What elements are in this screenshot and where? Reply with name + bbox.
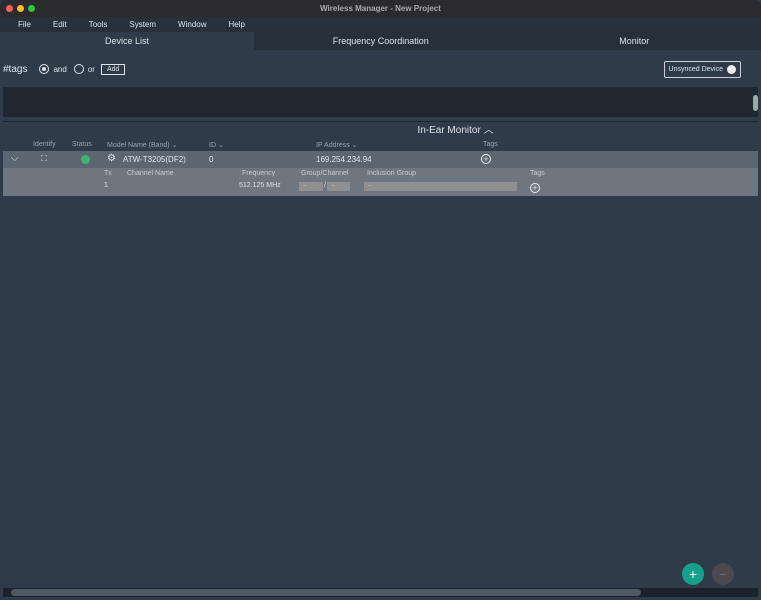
identify-icon[interactable]: ⛶ (41, 154, 47, 164)
channel-row[interactable]: 1 512.125 MHz -- / -- -- + (3, 180, 758, 196)
unsynced-device-button[interactable]: Unsynced Device (663, 61, 741, 78)
channel-headers: Tx Channel Name Frequency Group/Channel … (3, 168, 758, 180)
col-tags[interactable]: Tags (483, 141, 498, 148)
menu-bar: File Edit Tools System Window Help (0, 17, 761, 32)
col-id[interactable]: ID ⌄ (209, 141, 224, 149)
menu-window[interactable]: Window (178, 20, 206, 29)
col-channel-name: Channel Name (127, 170, 174, 177)
tags-filter: #tags and or Add (3, 60, 761, 78)
window-title: Wireless Manager - New Project (320, 4, 441, 13)
col-frequency: Frequency (242, 170, 276, 177)
menu-file[interactable]: File (18, 20, 31, 29)
device-ip: 169.254.234.94 (316, 155, 372, 164)
col-identify[interactable]: Identify (33, 141, 56, 148)
and-radio[interactable] (39, 64, 50, 74)
remove-device-button[interactable]: − (712, 563, 734, 585)
main-tabs: Device List Frequency Coordination Monit… (0, 32, 761, 50)
col-tx: Tx (104, 170, 112, 177)
menu-edit[interactable]: Edit (53, 20, 67, 29)
col-inclusion: Inclusion Group (367, 170, 417, 177)
add-tag-icon[interactable]: + (481, 154, 491, 164)
tags-input-area[interactable] (3, 87, 758, 117)
scroll-thumb[interactable] (11, 589, 641, 596)
menu-tools[interactable]: Tools (89, 20, 108, 29)
device-id: 0 (209, 155, 214, 164)
group-channel-separator: / (324, 182, 326, 189)
chevron-down-icon[interactable]: ⌵ (11, 153, 19, 164)
gear-icon[interactable]: ⚙ (107, 153, 116, 164)
tab-frequency-coordination[interactable]: Frequency Coordination (254, 32, 508, 50)
group-field[interactable]: -- (299, 182, 323, 191)
device-table: In-Ear Monitor ︿ Identify Status Model N… (3, 121, 758, 586)
device-model: ATW-T3205(DF2) (123, 155, 186, 164)
vertical-scrollbar[interactable] (753, 95, 758, 111)
col-sub-tags: Tags (530, 170, 545, 177)
status-ok-icon (81, 155, 90, 164)
col-status[interactable]: Status (72, 141, 92, 148)
tab-device-list[interactable]: Device List (0, 32, 254, 50)
and-label: and (53, 64, 67, 74)
column-headers: Identify Status Model Name (Band) ⌄ ID ⌄… (3, 139, 758, 151)
channel-tx: 1 (104, 182, 108, 189)
add-device-button[interactable]: + (682, 563, 704, 585)
col-model[interactable]: Model Name (Band) ⌄ (107, 141, 177, 149)
channel-field[interactable]: -- (327, 182, 350, 191)
menu-help[interactable]: Help (229, 20, 245, 29)
group-header[interactable]: In-Ear Monitor ︿ (3, 122, 758, 139)
or-radio[interactable] (73, 64, 84, 74)
device-row[interactable]: ⌵ ⛶ ⚙ ATW-T3205(DF2) 0 169.254.234.94 + (3, 151, 758, 168)
tab-monitor[interactable]: Monitor (508, 32, 761, 50)
add-tag-button[interactable]: Add (100, 63, 126, 75)
add-channel-tag-icon[interactable]: + (530, 183, 540, 193)
channel-frequency: 512.125 MHz (239, 182, 281, 189)
menu-system[interactable]: System (129, 20, 156, 29)
unsynced-label: Unsynced Device (668, 66, 723, 73)
horizontal-scrollbar[interactable] (3, 588, 758, 597)
chevron-up-icon: ︿ (483, 125, 494, 136)
tags-label: #tags (3, 63, 28, 75)
col-ip[interactable]: IP Address ⌄ (316, 141, 358, 149)
title-bar: Wireless Manager - New Project (0, 0, 761, 17)
group-title: In-Ear Monitor (417, 125, 481, 136)
inclusion-group-field[interactable]: -- (364, 182, 517, 191)
or-label: or (87, 64, 95, 74)
col-group-channel: Group/Channel (301, 170, 349, 177)
circle-icon (727, 65, 736, 74)
